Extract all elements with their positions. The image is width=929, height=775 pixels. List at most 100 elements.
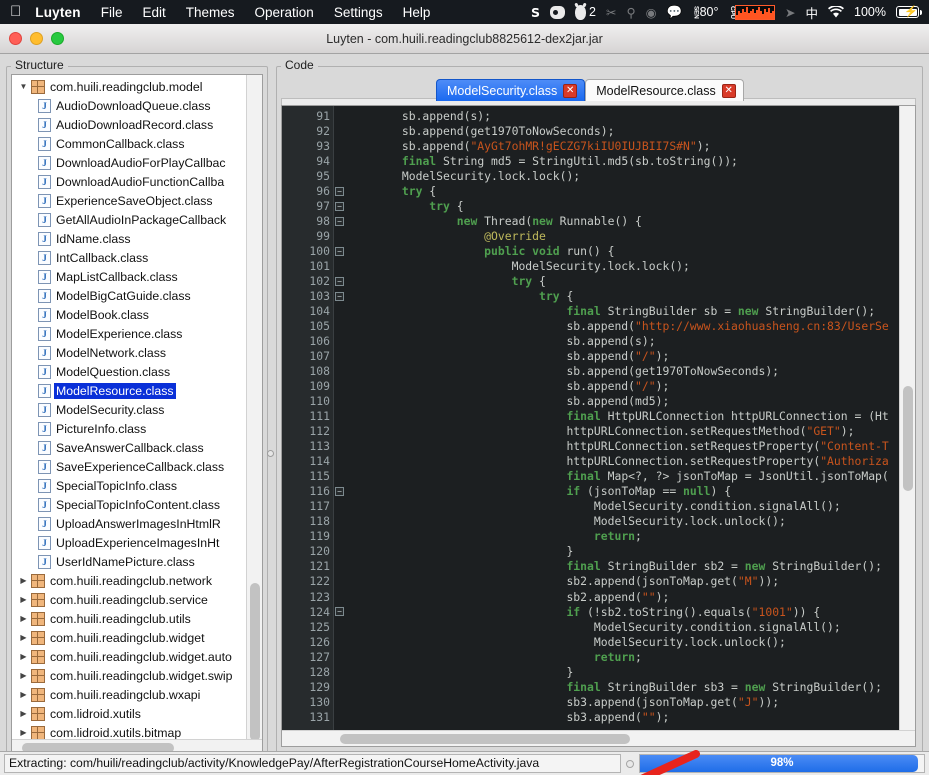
java-class-icon: J <box>38 307 51 322</box>
tree-class-node[interactable]: J AudioDownloadRecord.class <box>12 115 246 134</box>
code-token: final <box>566 409 601 424</box>
apple-menu-icon[interactable]:  <box>10 4 21 19</box>
twisty-collapsed-icon[interactable]: ▶ <box>16 595 31 604</box>
tree-class-node[interactable]: J GetAllAudioInPackageCallback <box>12 210 246 229</box>
tab-close-icon[interactable]: ✕ <box>563 83 578 98</box>
code-token: return <box>593 649 636 664</box>
scissors-icon[interactable]: ✂ <box>606 5 616 20</box>
tree-class-node[interactable]: J UserIdNamePicture.class <box>12 552 246 571</box>
tree-package-node[interactable]: ▶ com.huili.readingclub.widget.swip <box>12 666 246 685</box>
twisty-collapsed-icon[interactable]: ▶ <box>16 652 31 661</box>
tree-class-node[interactable]: J SpecialTopicInfoContent.class <box>12 495 246 514</box>
tree-class-node[interactable]: J SpecialTopicInfo.class <box>12 476 246 495</box>
splitter-handle[interactable] <box>267 450 274 457</box>
tree-package-node[interactable]: ▶ com.huili.readingclub.utils <box>12 609 246 628</box>
tree-class-node[interactable]: J UploadExperienceImagesInHt <box>12 533 246 552</box>
twisty-expanded-icon[interactable]: ▼ <box>16 82 31 91</box>
twisty-collapsed-icon[interactable]: ▶ <box>16 633 31 642</box>
menu-item-file[interactable]: File <box>101 5 123 20</box>
tree-class-node[interactable]: J ModelNetwork.class <box>12 343 246 362</box>
sogou-input-icon[interactable]: S <box>531 5 540 20</box>
menu-item-edit[interactable]: Edit <box>142 5 165 20</box>
tree-class-node[interactable]: J ModelBigCatGuide.class <box>12 286 246 305</box>
editor-vertical-scrollbar[interactable] <box>899 106 915 730</box>
tree-package-node[interactable]: ▼ com.huili.readingclub.model <box>12 77 246 96</box>
twisty-collapsed-icon[interactable]: ▶ <box>16 728 31 737</box>
tree-class-node[interactable]: J UploadAnswerImagesInHtmlR <box>12 514 246 533</box>
tree-package-node[interactable]: ▶ com.lidroid.xutils.bitmap <box>12 723 246 739</box>
code-fold-toggle-icon[interactable]: − <box>335 276 344 286</box>
tree-class-node[interactable]: J PictureInfo.class <box>12 419 246 438</box>
code-fold-toggle-icon[interactable]: − <box>335 201 344 211</box>
menu-item-help[interactable]: Help <box>403 5 431 20</box>
tree-class-node[interactable]: J AudioDownloadQueue.class <box>12 96 246 115</box>
tree-package-node[interactable]: ▶ com.huili.readingclub.service <box>12 590 246 609</box>
tree-class-node[interactable]: J DownloadAudioForPlayCallbac <box>12 153 246 172</box>
twisty-collapsed-icon[interactable]: ▶ <box>16 671 31 680</box>
search-icon[interactable]: ⚲ <box>626 5 635 20</box>
twisty-collapsed-icon[interactable]: ▶ <box>16 614 31 623</box>
speech-bubble-icon[interactable]: 💬 <box>667 5 683 20</box>
tree-class-node[interactable]: J SaveExperienceCallback.class <box>12 457 246 476</box>
code-fold-toggle-icon[interactable]: − <box>335 246 344 256</box>
qq-icon[interactable]: 2 <box>575 4 596 20</box>
line-number-value: 96 <box>316 184 330 199</box>
structure-tree[interactable]: ▼ com.huili.readingclub.model J AudioDownlo… <box>12 75 246 739</box>
code-token: new <box>737 304 759 319</box>
code-editor[interactable]: 91 92 93 94 95 96−97−98−99 100−101 102−103−104 1… <box>282 106 899 730</box>
tree-package-node[interactable]: ▶ com.huili.readingclub.widget.auto <box>12 647 246 666</box>
twisty-collapsed-icon[interactable]: ▶ <box>16 690 31 699</box>
editor-vertical-scroll-thumb[interactable] <box>903 386 913 491</box>
code-fold-toggle-icon[interactable]: − <box>335 291 344 301</box>
tree-class-node[interactable]: J IntCallback.class <box>12 248 246 267</box>
tree-class-node[interactable]: J SaveAnswerCallback.class <box>12 438 246 457</box>
temperature-monitor[interactable]: SEN 80° <box>692 5 719 19</box>
g-icon[interactable]: ◉ <box>646 5 657 20</box>
tab-modelsecurity[interactable]: ModelSecurity.class ✕ <box>436 79 586 101</box>
send-icon[interactable]: ➤ <box>785 5 795 20</box>
package-icon <box>31 668 45 683</box>
tree-node-label: GetAllAudioInPackageCallback <box>56 212 227 227</box>
menu-item-operation[interactable]: Operation <box>255 5 314 20</box>
code-fold-toggle-icon[interactable]: − <box>335 186 344 196</box>
tree-class-node[interactable]: J ModelBook.class <box>12 305 246 324</box>
tree-class-node[interactable]: J DownloadAudioFunctionCallba <box>12 172 246 191</box>
tree-package-node[interactable]: ▶ com.huili.readingclub.widget <box>12 628 246 647</box>
menu-item-luyten[interactable]: Luyten <box>35 5 80 20</box>
tree-class-node[interactable]: J ModelResource.class <box>12 381 246 400</box>
code-line: sb.append("/"); <box>347 349 899 364</box>
structure-tree-vertical-scroll-thumb[interactable] <box>250 583 260 739</box>
menu-item-settings[interactable]: Settings <box>334 5 383 20</box>
code-fold-toggle-icon[interactable]: − <box>335 216 344 226</box>
wifi-icon[interactable] <box>828 5 844 19</box>
tree-class-node[interactable]: J CommonCallback.class <box>12 134 246 153</box>
tree-class-node[interactable]: J ModelQuestion.class <box>12 362 246 381</box>
tab-modelresource[interactable]: ModelResource.class ✕ <box>585 79 744 101</box>
tree-node-label: SaveExperienceCallback.class <box>56 459 225 474</box>
code-fold-toggle-icon[interactable]: − <box>335 607 344 617</box>
editor-horizontal-scrollbar[interactable] <box>282 730 915 746</box>
tree-class-node[interactable]: J ModelExperience.class <box>12 324 246 343</box>
code-token: try <box>429 199 450 214</box>
cpu-monitor[interactable]: CPU <box>729 4 776 20</box>
tree-package-node[interactable]: ▶ com.lidroid.xutils <box>12 704 246 723</box>
tree-class-node[interactable]: J IdName.class <box>12 229 246 248</box>
tree-package-node[interactable]: ▶ com.huili.readingclub.wxapi <box>12 685 246 704</box>
code-text-area[interactable]: sb.append(s); sb.append(get1970ToNowSeco… <box>347 106 899 730</box>
code-fold-toggle-icon[interactable]: − <box>335 486 344 496</box>
menu-item-themes[interactable]: Themes <box>186 5 235 20</box>
twisty-collapsed-icon[interactable]: ▶ <box>16 709 31 718</box>
tree-class-node[interactable]: J MapListCallback.class <box>12 267 246 286</box>
tree-class-node[interactable]: J ModelSecurity.class <box>12 400 246 419</box>
battery-charging-icon[interactable]: ⚡ <box>896 6 922 18</box>
tree-node-label: com.huili.readingclub.widget.auto <box>50 649 232 664</box>
tab-close-icon[interactable]: ✕ <box>721 83 736 98</box>
wechat-icon[interactable] <box>550 5 566 19</box>
tree-package-node[interactable]: ▶ com.huili.readingclub.network <box>12 571 246 590</box>
tree-class-node[interactable]: J ExperienceSaveObject.class <box>12 191 246 210</box>
twisty-collapsed-icon[interactable]: ▶ <box>16 576 31 585</box>
input-method-icon[interactable]: 中 <box>806 3 819 22</box>
structure-tree-vertical-scrollbar[interactable] <box>246 75 262 739</box>
editor-horizontal-scroll-thumb[interactable] <box>340 734 630 744</box>
